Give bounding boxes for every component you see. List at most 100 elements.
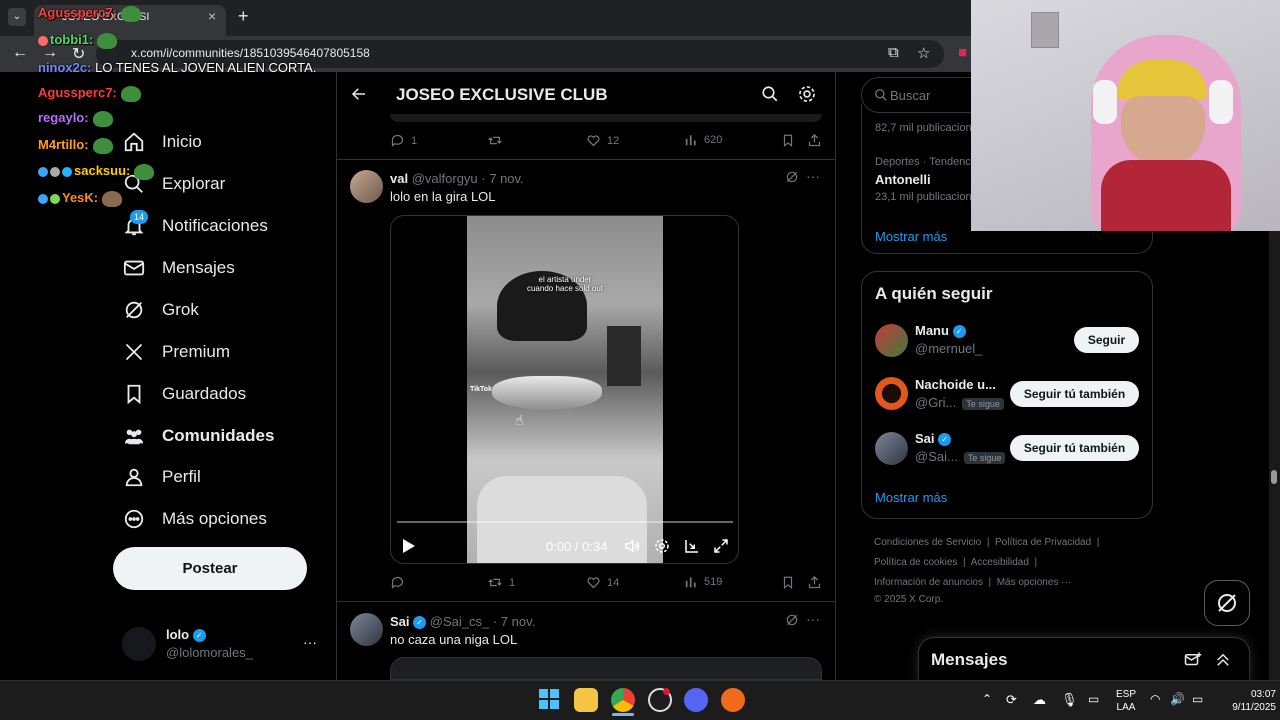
language-indicator[interactable]: ESP LAA	[1112, 688, 1140, 714]
new-tab-button[interactable]: +	[238, 6, 249, 27]
video-progress-track[interactable]	[397, 521, 733, 523]
display-icon[interactable]: ▭	[1088, 692, 1099, 706]
nav-item-premium[interactable]: Premium	[122, 337, 230, 367]
ads-info-link[interactable]: Información de anuncios	[874, 577, 983, 588]
grok-button[interactable]	[1204, 580, 1250, 626]
nav-item-grok[interactable]: Grok	[122, 295, 199, 325]
sync-icon[interactable]: ⟳	[1006, 692, 1017, 708]
tray-chevron-icon[interactable]: ⌃	[982, 692, 992, 706]
more-options-link[interactable]: Más opciones ···	[997, 577, 1071, 588]
tweet-media-screenshot[interactable]	[390, 657, 822, 680]
follow-avatar[interactable]	[875, 324, 908, 357]
tab-close-button[interactable]: ×	[208, 8, 216, 24]
share-icon[interactable]	[807, 575, 822, 595]
bookmark-icon[interactable]	[781, 575, 795, 595]
battery-icon[interactable]: ▭	[1192, 692, 1203, 706]
tweet-more-icon[interactable]: ···	[806, 611, 820, 627]
new-message-icon[interactable]	[1184, 651, 1202, 669]
chrome-icon[interactable]	[611, 688, 635, 712]
account-avatar[interactable]	[122, 627, 156, 661]
volume-icon[interactable]: 🔊	[1170, 692, 1185, 706]
cookies-link[interactable]: Política de cookies	[874, 557, 957, 568]
privacy-link[interactable]: Política de Privacidad	[995, 537, 1091, 548]
fullscreen-icon[interactable]	[712, 537, 730, 560]
nav-item-mas-opciones[interactable]: Más opciones	[122, 504, 267, 534]
expand-chevron-icon[interactable]	[1214, 651, 1232, 669]
video-settings-icon[interactable]	[653, 537, 671, 560]
follow-name[interactable]: Nachoide u...	[915, 377, 996, 392]
jersey-shape	[1101, 160, 1231, 231]
tab-list-button[interactable]: ⌄	[8, 8, 26, 26]
retweet-action[interactable]: 1	[487, 575, 515, 590]
views-action[interactable]: 620	[684, 133, 722, 147]
accessibility-link[interactable]: Accesibilidad	[971, 557, 1029, 568]
follow-name[interactable]: Manu ✓	[915, 323, 966, 339]
share-icon[interactable]	[807, 133, 822, 153]
like-action[interactable]: 14	[586, 575, 619, 590]
url-text[interactable]: x.com/i/communities/1851039546407805158	[131, 46, 370, 60]
chat-badge-icon	[38, 35, 48, 46]
grok-explain-icon[interactable]	[785, 170, 799, 189]
tweet-divider	[337, 601, 835, 602]
tweet-more-icon[interactable]: ···	[806, 168, 820, 184]
windows-start-icon[interactable]	[538, 688, 562, 712]
views-icon	[685, 577, 696, 588]
follow-button[interactable]: Seguir	[1074, 327, 1139, 353]
tweet-author[interactable]: Sai ✓ @Sai_cs_ · 7 nov.	[390, 614, 535, 630]
extension-icon[interactable]: ■	[958, 44, 967, 61]
like-action[interactable]: 12	[586, 133, 619, 148]
views-action[interactable]: 519	[684, 575, 722, 589]
home-icon	[122, 130, 146, 154]
nav-item-guardados[interactable]: Guardados	[122, 379, 246, 409]
grok-explain-icon[interactable]	[785, 613, 799, 632]
install-app-icon[interactable]: ⧉	[888, 44, 899, 61]
trend-name[interactable]: Antonelli	[875, 172, 931, 187]
back-arrow-icon[interactable]: ←	[12, 44, 28, 62]
bookmark-icon[interactable]	[781, 133, 795, 153]
pip-icon[interactable]	[683, 537, 701, 560]
fl-studio-icon[interactable]	[721, 688, 745, 712]
retweet-action[interactable]	[487, 133, 509, 148]
microphone-icon[interactable]: 🎙	[1061, 692, 1078, 708]
search-icon[interactable]	[761, 85, 779, 108]
account-switcher[interactable]: lolo ✓	[166, 627, 206, 643]
follow-name[interactable]: Sai ✓	[915, 431, 952, 447]
discord-icon[interactable]	[684, 688, 708, 712]
bookmark-star-icon[interactable]: ☆	[917, 44, 930, 62]
show-more-trends-link[interactable]: Mostrar más	[875, 229, 947, 244]
footer-links-row2: Política de cookies | Accesibilidad |	[874, 557, 1038, 568]
back-arrow-icon[interactable]	[350, 85, 368, 108]
webcam-overlay	[971, 0, 1280, 231]
chat-line: regaylo:	[38, 110, 113, 127]
tweet-text: lolo en la gira LOL	[390, 189, 496, 204]
nav-item-perfil[interactable]: Perfil	[122, 462, 201, 492]
show-more-follows-link[interactable]: Mostrar más	[875, 490, 947, 505]
wifi-icon[interactable]: ◠	[1150, 692, 1160, 706]
reply-action[interactable]	[390, 575, 411, 590]
tweet-author-avatar[interactable]	[350, 613, 383, 646]
chat-line: YesK:	[38, 190, 123, 207]
follow-back-button[interactable]: Seguir tú también	[1010, 435, 1139, 461]
tweet-author[interactable]: val @valforgyu · 7 nov.	[390, 171, 524, 186]
reply-action[interactable]: 1	[390, 133, 417, 148]
follow-avatar[interactable]	[875, 432, 908, 465]
tweet-author-avatar[interactable]	[350, 170, 383, 203]
video-player[interactable]: el artista under cuando hace sold out Ti…	[390, 215, 739, 564]
settings-gear-icon[interactable]	[797, 84, 817, 109]
nav-item-comunidades[interactable]: Comunidades	[122, 421, 274, 451]
volume-icon[interactable]	[623, 537, 641, 560]
terms-link[interactable]: Condiciones de Servicio	[874, 537, 981, 548]
cloud-icon[interactable]: ☁	[1033, 692, 1046, 708]
follow-avatar[interactable]	[875, 377, 908, 410]
follow-back-button[interactable]: Seguir tú también	[1010, 381, 1139, 407]
account-more-icon[interactable]: ···	[303, 634, 317, 650]
pepe-emote-icon	[92, 137, 113, 154]
post-button[interactable]: Postear	[113, 547, 307, 590]
chat-line: Agussperc7:	[38, 85, 141, 102]
nav-item-mensajes[interactable]: Mensajes	[122, 253, 235, 283]
nav-item-inicio[interactable]: Inicio	[122, 127, 202, 157]
system-clock[interactable]: 03:07 9/11/2025	[1224, 688, 1276, 714]
scrollbar-thumb[interactable]	[1271, 470, 1277, 484]
play-icon[interactable]	[402, 538, 416, 559]
file-explorer-icon[interactable]	[574, 688, 598, 712]
